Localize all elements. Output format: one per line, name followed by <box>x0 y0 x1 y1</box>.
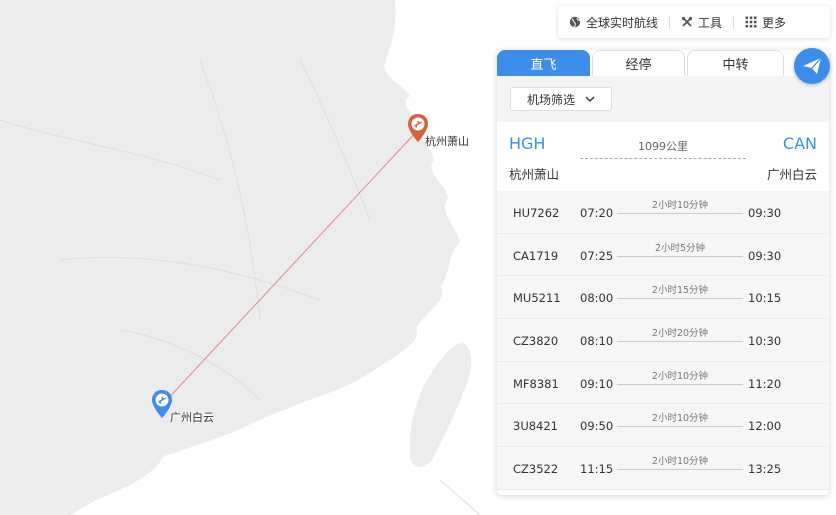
flight-duration: 2小时10分钟 <box>651 413 709 425</box>
more-label: 更多 <box>762 15 787 30</box>
route-type-tabs: 直飞 经停 中转 <box>497 50 787 76</box>
flight-mode-button[interactable] <box>794 48 830 84</box>
tools-icon <box>681 16 693 27</box>
flight-duration: 2小时5分钟 <box>654 242 706 254</box>
tab-direct[interactable]: 直飞 <box>497 50 590 76</box>
departure-time: 08:00 <box>580 291 614 306</box>
destination-map-label: 广州白云 <box>170 411 214 424</box>
flight-number: MU5211 <box>513 291 561 306</box>
departure-time: 09:50 <box>580 419 614 434</box>
more-button[interactable]: 更多 <box>734 6 797 38</box>
departure-time: 09:10 <box>580 376 614 391</box>
flight-row[interactable]: MF8381 09:10 2小时10分钟 11:20 <box>497 361 829 405</box>
flight-list: HU7262 07:20 2小时10分钟 09:30 CA1719 07:25 … <box>497 191 829 490</box>
chevron-down-icon <box>585 96 595 102</box>
duration-divider <box>617 298 743 300</box>
flight-row[interactable]: MU5211 08:00 2小时15分钟 10:15 <box>497 276 829 320</box>
global-routes-button[interactable]: 全球实时航线 <box>558 6 669 38</box>
arrival-time: 12:00 <box>748 419 782 434</box>
grid-icon <box>745 16 757 28</box>
route-summary: HGH 杭州萧山 1099公里 CAN 广州白云 <box>497 122 829 190</box>
taiwan-island <box>409 342 472 468</box>
flight-row[interactable]: 3U8421 09:50 2小时10分钟 12:00 <box>497 404 829 448</box>
flight-row[interactable]: CZ3820 08:10 2小时20分钟 10:30 <box>497 319 829 362</box>
flight-duration: 2小时10分钟 <box>651 370 709 382</box>
tools-button[interactable]: 工具 <box>670 6 733 38</box>
arrival-time: 11:20 <box>748 376 782 391</box>
flight-row[interactable]: CZ3522 11:15 2小时10分钟 13:25 <box>497 447 829 490</box>
departure-time: 08:10 <box>580 334 614 349</box>
tab-stopover[interactable]: 经停 <box>592 50 685 76</box>
tab-transfer-label: 中转 <box>722 58 749 73</box>
duration-divider <box>617 383 743 385</box>
flight-number: CZ3522 <box>513 462 559 477</box>
paper-plane-icon <box>803 57 822 74</box>
airport-filter-label: 机场筛选 <box>526 92 575 107</box>
distance-divider <box>580 158 746 159</box>
duration-divider <box>617 255 743 257</box>
departure-time: 11:15 <box>580 462 614 477</box>
arrival-time: 10:15 <box>748 291 782 306</box>
arrival-time: 09:30 <box>748 206 782 220</box>
origin-name: 杭州萧山 <box>509 167 560 182</box>
flight-duration: 2小时10分钟 <box>651 200 709 211</box>
arrival-time: 10:30 <box>748 334 782 349</box>
duration-divider <box>617 213 743 214</box>
airport-filter-dropdown[interactable]: 机场筛选 <box>510 87 612 111</box>
destination-code: CAN <box>782 134 817 153</box>
flight-search-panel: 机场筛选 直飞 经停 中转 HGH 杭州萧山 1099公里 CAN 广州白云 H… <box>497 50 829 495</box>
flight-row[interactable]: CA1719 07:25 2小时5分钟 09:30 <box>497 233 829 277</box>
flight-number: CA1719 <box>513 248 559 263</box>
duration-divider <box>617 341 743 343</box>
flight-duration: 2小时15分钟 <box>651 285 709 297</box>
flight-number: MF8381 <box>513 376 559 391</box>
flight-number: 3U8421 <box>513 419 559 434</box>
duration-divider <box>617 426 743 428</box>
origin-code: HGH <box>509 134 546 153</box>
departure-time: 07:25 <box>580 248 614 263</box>
globe-icon <box>569 16 581 28</box>
flight-duration: 2小时10分钟 <box>651 456 709 468</box>
flight-number: CZ3820 <box>513 334 559 349</box>
tab-direct-label: 直飞 <box>530 58 557 73</box>
origin-map-label: 杭州萧山 <box>425 135 469 148</box>
map-toolbar: 全球实时航线 工具 更多 <box>558 6 830 38</box>
flight-row[interactable]: HU7262 07:20 2小时10分钟 09:30 <box>497 191 829 234</box>
tab-transfer[interactable]: 中转 <box>687 50 784 76</box>
flight-duration: 2小时20分钟 <box>651 328 709 340</box>
arrival-time: 13:25 <box>748 462 782 477</box>
destination-name: 广州白云 <box>766 167 817 182</box>
global-routes-label: 全球实时航线 <box>586 15 659 30</box>
duration-divider <box>617 469 743 471</box>
mainland-landmass <box>0 0 460 515</box>
tools-label: 工具 <box>698 15 723 30</box>
flight-number: HU7262 <box>513 206 560 220</box>
route-distance: 1099公里 <box>638 140 688 153</box>
tab-stopover-label: 经停 <box>625 58 652 73</box>
arrival-time: 09:30 <box>748 248 782 263</box>
departure-time: 07:20 <box>580 206 614 220</box>
